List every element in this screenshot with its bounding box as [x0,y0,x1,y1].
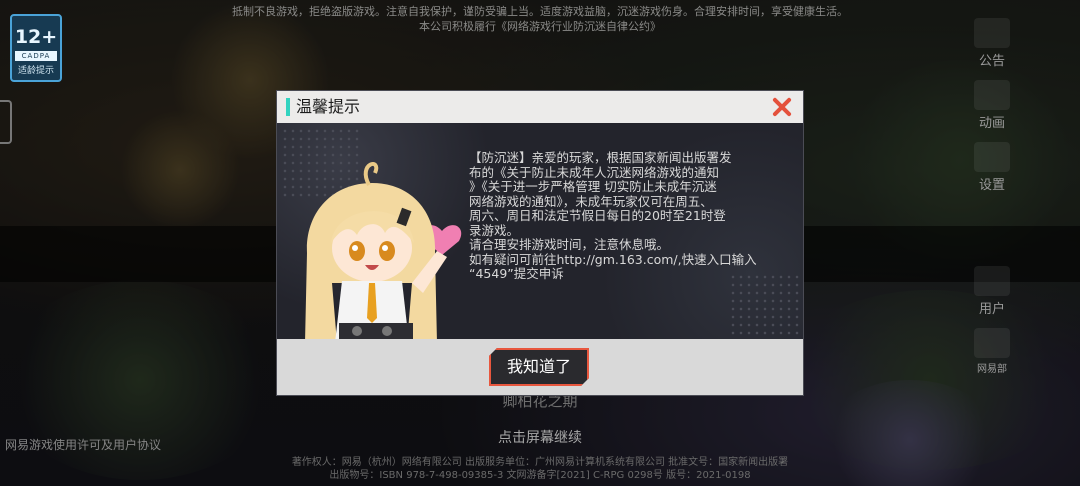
side-button-settings[interactable]: 设置 [970,142,1014,193]
health-notice-line1: 抵制不良游戏，拒绝盗版游戏。注意自我保护，谨防受骗上当。适度游戏益脑，沉迷游戏伤… [232,5,848,18]
dialog-header: 温馨提示 [277,91,803,124]
message-line: “4549”提交申诉 [469,266,564,281]
left-panel-handle[interactable] [0,100,12,144]
side-button-netease[interactable]: 网易部 [970,328,1014,375]
copyright-info: 著作权人：网易（杭州）网络有限公司 出版服务单位：广州网易计算机系统有限公司 批… [0,456,1080,482]
message-line: 周六、周日和法定节假日每日的20时至21时登 [469,208,726,223]
license-agreement-link[interactable]: 网易游戏使用许可及用户协议 [5,436,161,453]
user-icon [974,266,1010,296]
dialog-accent-bar [286,98,290,116]
age-rating-badge[interactable]: 12+ CADPA 适龄提示 [10,14,62,82]
copyright-line1: 著作权人：网易（杭州）网络有限公司 出版服务单位：广州网易计算机系统有限公司 批… [291,457,789,468]
tap-to-continue[interactable]: 点击屏幕继续 [0,427,1080,447]
side-button-animation[interactable]: 动画 [970,80,1014,131]
close-icon[interactable] [771,96,793,118]
message-line: 请合理安排游戏时间，注意休息哦。 [469,237,670,252]
mascot-character [305,162,462,341]
message-line: 如有疑问可前往http://gm.163.com/,快速入口输入 [469,251,757,267]
age-rating-org: CADPA [15,51,57,61]
message-line: 【防沉迷】亲爱的玩家，根据国家新闻出版署发 [469,150,732,165]
dialog-footer: 我知道了 [277,339,803,395]
acknowledge-button[interactable]: 我知道了 [489,348,589,386]
age-rating-caption: 适龄提示 [17,66,54,76]
message-line: 》《关于进一步严格管理 切实防止未成年沉迷 [469,179,717,194]
side-button-label: 动画 [978,116,1005,131]
side-button-label: 用户 [978,302,1005,317]
play-icon [974,80,1010,110]
side-button-label: 网易部 [977,364,1007,375]
notice-dialog: 温馨提示 【防沉迷】亲爱的玩家，根据国家新闻出版署发 布的《关于防止未成年人沉迷… [276,90,804,396]
message-line: 布的《关于防止未成年人沉迷网络游戏的通知 [469,164,720,180]
copyright-line2: 出版物号：ISBN 978-7-498-09385-3 文网游备字[2021] … [329,470,751,481]
netease-icon [974,328,1010,358]
message-line: 网络游戏的通知》，未成年玩家仅可在周五、 [469,193,713,209]
side-button-user[interactable]: 用户 [970,266,1014,317]
age-rating: 12+ [14,26,58,48]
health-notice-line2: 本公司积极履行《网络游戏行业防沉迷自律公约》 [419,20,661,33]
gear-icon [974,142,1010,172]
side-button-label: 公告 [978,54,1005,69]
announcement-icon [974,18,1010,48]
side-button-announcement[interactable]: 公告 [970,18,1014,69]
message-line: 录游戏。 [469,222,520,238]
dialog-title: 温馨提示 [296,97,361,116]
side-button-label: 设置 [978,178,1005,193]
dialog-body: 【防沉迷】亲爱的玩家，根据国家新闻出版署发 布的《关于防止未成年人沉迷网络游戏的… [277,123,803,341]
health-notice: 抵制不良游戏，拒绝盗版游戏。注意自我保护，谨防受骗上当。适度游戏益脑，沉迷游戏伤… [0,4,1080,34]
dialog-message: 【防沉迷】亲爱的玩家，根据国家新闻出版署发 布的《关于防止未成年人沉迷网络游戏的… [469,150,789,282]
